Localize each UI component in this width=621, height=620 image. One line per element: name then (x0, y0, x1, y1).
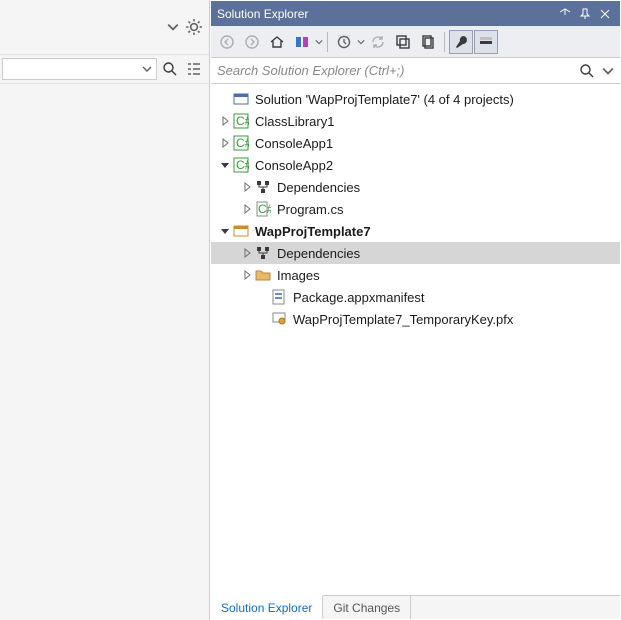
node-label: ConsoleApp1 (255, 136, 333, 151)
switch-views-button[interactable] (290, 30, 314, 54)
editor-options-dropdown[interactable] (167, 21, 179, 33)
file-node[interactable]: WapProjTemplate7_TemporaryKey.pfx (211, 308, 620, 330)
node-label: Dependencies (277, 180, 360, 195)
preview-selected-button[interactable] (474, 30, 498, 54)
search-icon[interactable] (576, 60, 598, 82)
node-label: WapProjTemplate7_TemporaryKey.pfx (293, 312, 513, 327)
search-input[interactable] (217, 60, 576, 82)
forward-button (240, 30, 264, 54)
csharp-file-icon: C# (255, 201, 271, 217)
manifest-file-icon (271, 289, 287, 305)
svg-text:C#: C# (258, 202, 271, 216)
sync-button (366, 30, 390, 54)
project-node[interactable]: C# ConsoleApp1 (211, 132, 620, 154)
wap-project-icon (233, 223, 249, 239)
collapse-all-button[interactable] (391, 30, 415, 54)
close-icon[interactable] (596, 5, 614, 23)
expander-collapsed[interactable] (239, 201, 255, 217)
svg-text:C#: C# (236, 114, 249, 128)
gear-icon[interactable] (185, 18, 203, 36)
solution-icon (233, 91, 249, 107)
folder-icon (255, 267, 271, 283)
csharp-project-icon: C# (233, 113, 249, 129)
certificate-file-icon (271, 311, 287, 327)
dependencies-node[interactable]: Dependencies (211, 242, 620, 264)
project-node-startup[interactable]: WapProjTemplate7 (211, 220, 620, 242)
solution-node[interactable]: Solution 'WapProjTemplate7' (4 of 4 proj… (211, 88, 620, 110)
dependencies-icon (255, 179, 271, 195)
project-node[interactable]: C# ClassLibrary1 (211, 110, 620, 132)
csharp-project-icon: C# (233, 157, 249, 173)
svg-text:C#: C# (236, 136, 249, 150)
back-button (215, 30, 239, 54)
switch-views-dropdown[interactable] (315, 38, 323, 46)
list-options-icon[interactable] (183, 58, 205, 80)
blank-expander (255, 311, 271, 327)
panel-title: Solution Explorer (217, 7, 554, 21)
panel-titlebar: Solution Explorer (211, 1, 620, 26)
file-node[interactable]: C# Program.cs (211, 198, 620, 220)
properties-button[interactable] (449, 30, 473, 54)
folder-node[interactable]: Images (211, 264, 620, 286)
csharp-project-icon: C# (233, 135, 249, 151)
expander-expanded[interactable] (217, 223, 233, 239)
node-label: Program.cs (277, 202, 343, 217)
search-options-dropdown[interactable] (602, 60, 614, 82)
tab-git-changes[interactable]: Git Changes (323, 596, 411, 619)
show-all-files-button[interactable] (416, 30, 440, 54)
node-label: ConsoleApp2 (255, 158, 333, 173)
node-label: Package.appxmanifest (293, 290, 425, 305)
search-icon[interactable] (159, 58, 181, 80)
home-button[interactable] (265, 30, 289, 54)
solution-explorer-panel: Solution Explorer (210, 0, 621, 620)
expander-collapsed[interactable] (239, 267, 255, 283)
editor-search-row (0, 54, 209, 84)
toolbar-separator (444, 32, 445, 52)
blank-expander (217, 91, 233, 107)
expander-collapsed[interactable] (239, 179, 255, 195)
solution-explorer-toolbar (211, 26, 620, 58)
toolbar-separator (327, 32, 328, 52)
svg-text:C#: C# (236, 158, 249, 172)
node-label: Images (277, 268, 320, 283)
node-label: Dependencies (277, 246, 360, 261)
pending-changes-dropdown[interactable] (357, 38, 365, 46)
solution-explorer-searchbar (211, 58, 620, 84)
tab-solution-explorer[interactable]: Solution Explorer (211, 595, 323, 619)
expander-collapsed[interactable] (217, 113, 233, 129)
file-node[interactable]: Package.appxmanifest (211, 286, 620, 308)
blank-expander (255, 289, 271, 305)
dependencies-node[interactable]: Dependencies (211, 176, 620, 198)
window-position-icon[interactable] (556, 5, 574, 23)
expander-expanded[interactable] (217, 157, 233, 173)
pin-icon[interactable] (576, 5, 594, 23)
expander-collapsed[interactable] (217, 135, 233, 151)
editor-strip (0, 0, 210, 620)
editor-search-combo[interactable] (2, 58, 157, 80)
bottom-tabs: Solution Explorer Git Changes (211, 595, 620, 619)
pending-changes-filter-button[interactable] (332, 30, 356, 54)
expander-collapsed[interactable] (239, 245, 255, 261)
node-label: WapProjTemplate7 (255, 224, 371, 239)
editor-top-controls (0, 0, 209, 54)
node-label: ClassLibrary1 (255, 114, 334, 129)
node-label: Solution 'WapProjTemplate7' (4 of 4 proj… (255, 92, 514, 107)
solution-tree: Solution 'WapProjTemplate7' (4 of 4 proj… (211, 84, 620, 595)
dependencies-icon (255, 245, 271, 261)
project-node[interactable]: C# ConsoleApp2 (211, 154, 620, 176)
